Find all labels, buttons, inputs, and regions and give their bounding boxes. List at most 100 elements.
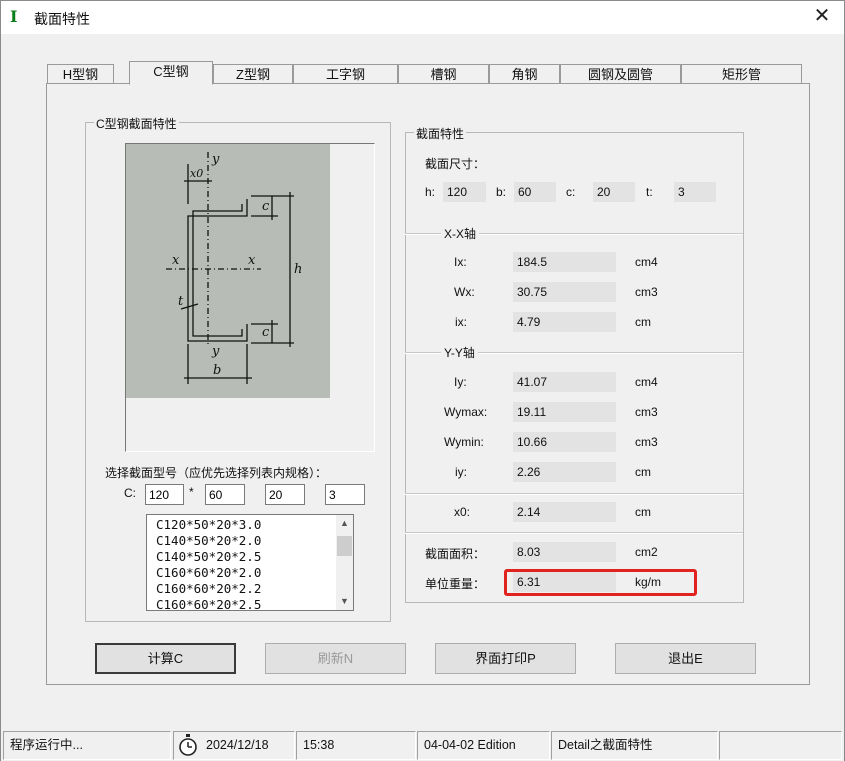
refresh-button[interactable]: 刷新N	[265, 643, 406, 674]
section-figure-frame: y x0 c x x h t c y b	[125, 143, 375, 452]
wymax-label: Wymax:	[444, 405, 488, 419]
list-item[interactable]: C160*60*20*2.2	[156, 581, 261, 597]
c-section-drawing: y x0 c x x h t c y b	[166, 152, 302, 384]
tab-label: 圆钢及圆管	[587, 67, 653, 82]
wymin-label: Wymin:	[444, 435, 484, 449]
dialog-window: I 截面特性 ✕ H型钢 C型钢 Z型钢 工字钢 槽钢 角钢 圆钢及圆管 矩形管…	[0, 0, 845, 761]
iy-radius-unit: cm	[635, 465, 651, 479]
list-item[interactable]: C160*60*20*2.0	[156, 565, 261, 581]
list-scrollbar[interactable]: ▲ ▼	[336, 515, 353, 610]
area-unit: cm2	[635, 545, 658, 559]
wymin-value: 10.66	[513, 432, 616, 452]
iy-radius-label: iy:	[455, 465, 467, 479]
status-empty	[719, 731, 842, 760]
wx-value: 30.75	[513, 282, 616, 302]
label-h: h	[294, 262, 302, 277]
dim-b-value: 60	[514, 182, 556, 202]
tab-label: H型钢	[62, 67, 99, 82]
dim-h-value: 120	[443, 182, 486, 202]
weight-label: 单位重量：	[425, 577, 486, 591]
area-value: 8.03	[513, 542, 616, 562]
dim-c-label: c:	[566, 185, 576, 199]
weight-highlight-box	[504, 569, 697, 596]
tab-label: Z型钢	[236, 67, 270, 82]
tab-c-steel[interactable]: C型钢	[129, 61, 213, 85]
label-b: b	[213, 363, 221, 378]
divider	[405, 532, 743, 534]
tab-round-tube[interactable]: 圆钢及圆管	[560, 64, 681, 85]
wymax-value: 19.11	[513, 402, 616, 422]
tab-angle[interactable]: 角钢	[489, 64, 560, 85]
ix-radius-value: 4.79	[513, 312, 616, 332]
tab-label: 角钢	[511, 67, 538, 82]
tab-channel[interactable]: 槽钢	[398, 64, 489, 85]
input-b[interactable]	[205, 484, 245, 505]
dim-t-label: t:	[646, 185, 653, 199]
area-label: 截面面积：	[425, 547, 486, 561]
status-detail: Detail之截面特性	[551, 731, 718, 760]
status-time: 15:38	[296, 731, 416, 760]
scroll-down-icon[interactable]: ▼	[336, 593, 353, 610]
label-y-top: y	[211, 152, 220, 167]
input-t[interactable]	[325, 484, 365, 505]
window-title: 截面特性	[34, 11, 90, 27]
label-c-bottom: c	[262, 325, 270, 340]
tab-z-steel[interactable]: Z型钢	[213, 64, 293, 85]
x0-unit: cm	[635, 505, 651, 519]
c-prefix-label: C:	[124, 486, 136, 500]
label-x-right: x	[248, 253, 256, 268]
list-item[interactable]: C140*50*20*2.5	[156, 549, 261, 565]
exit-button[interactable]: 退出E	[615, 643, 756, 674]
tab-rect-tube[interactable]: 矩形管	[681, 64, 802, 85]
print-button[interactable]: 界面打印P	[435, 643, 576, 674]
tab-label: 矩形管	[721, 67, 761, 82]
status-bar: 程序运行中... 2024/12/18 15:38 04-04-02 Editi…	[1, 730, 844, 761]
list-item[interactable]: C140*50*20*2.0	[156, 533, 261, 549]
dims-label: 截面尺寸：	[425, 157, 486, 171]
list-item[interactable]: C160*60*20*2.5	[156, 597, 261, 610]
group-title: C型钢截面特性	[94, 115, 179, 132]
dim-c-value: 20	[593, 182, 635, 202]
scroll-thumb[interactable]	[337, 536, 352, 556]
input-h[interactable]	[145, 484, 184, 505]
ix-value: 184.5	[513, 252, 616, 272]
stopwatch-icon	[179, 734, 197, 756]
scroll-up-icon[interactable]: ▲	[336, 515, 353, 532]
tab-label: C型钢	[153, 64, 189, 79]
section-list[interactable]: C120*50*20*3.0 C140*50*20*2.0 C140*50*20…	[146, 514, 354, 611]
tab-label: 槽钢	[430, 67, 457, 82]
dim-h-label: h:	[425, 185, 436, 199]
dim-t-value: 3	[674, 182, 716, 202]
yy-axis-label: Y-Y轴	[441, 344, 478, 361]
tab-h-steel[interactable]: H型钢	[47, 64, 114, 85]
wymin-unit: cm3	[635, 435, 658, 449]
ix-radius-label: ix:	[455, 315, 467, 329]
label-c-top: c	[262, 199, 270, 214]
ix-unit: cm4	[635, 255, 658, 269]
c-section-diagram: y x0 c x x h t c y b	[126, 144, 330, 398]
select-section-label: 选择截面型号（应优先选择列表内规格）：	[105, 466, 328, 480]
star-separator: *	[189, 485, 194, 499]
label-x-left: x	[172, 253, 180, 268]
status-edition: 04-04-02 Edition	[417, 731, 550, 760]
iy-radius-value: 2.26	[513, 462, 616, 482]
xx-axis-label: X-X轴	[441, 225, 480, 242]
group-title: 截面特性	[414, 125, 467, 142]
i-beam-icon: I	[10, 7, 18, 26]
ix-label: Ix:	[454, 255, 467, 269]
label-y-bottom: y	[211, 344, 220, 359]
x0-value: 2.14	[513, 502, 616, 522]
calculate-button[interactable]: 计算C	[95, 643, 236, 674]
tab-label: 工字钢	[325, 67, 365, 82]
close-icon[interactable]: ✕	[810, 5, 834, 29]
wymax-unit: cm3	[635, 405, 658, 419]
tab-i-beam[interactable]: 工字钢	[293, 64, 398, 85]
iy-value: 41.07	[513, 372, 616, 392]
label-x0: x0	[190, 167, 203, 180]
list-item[interactable]: C120*50*20*3.0	[156, 517, 261, 533]
x0-label: x0:	[454, 505, 471, 519]
input-c[interactable]	[265, 484, 305, 505]
wx-unit: cm3	[635, 285, 658, 299]
iy-label: Iy:	[454, 375, 467, 389]
title-bar: I 截面特性 ✕	[1, 1, 844, 34]
